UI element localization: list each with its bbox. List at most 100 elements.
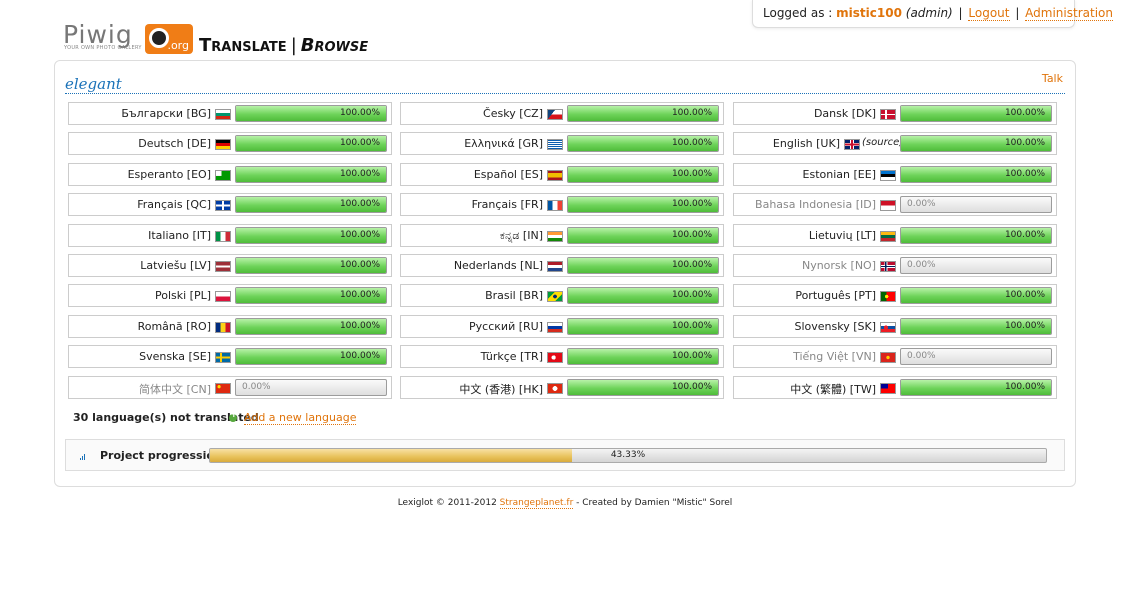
language-label[interactable]: ಕನ್ನಡ [IN] xyxy=(401,229,543,243)
language-progress-bar: 100.00% xyxy=(235,257,387,274)
language-item[interactable]: Русский [RU] 100.00% xyxy=(400,315,724,338)
denmark-flag-icon xyxy=(880,109,896,120)
language-label[interactable]: Esperanto [EO] xyxy=(69,168,211,181)
administration-link[interactable]: Administration xyxy=(1025,6,1113,21)
language-progress-value: 100.00% xyxy=(671,169,712,179)
esperanto-flag-icon xyxy=(215,170,231,181)
language-item[interactable]: Bahasa Indonesia [ID] 0.00% xyxy=(733,193,1057,216)
language-item[interactable]: Português [PT] 100.00% xyxy=(733,284,1057,307)
language-label[interactable]: Română [RO] xyxy=(69,320,211,333)
language-item[interactable]: Français [FR] 100.00% xyxy=(400,193,724,216)
logo-tagline: YOUR OWN PHOTO GALLERY xyxy=(64,45,142,51)
language-progress-bar: 100.00% xyxy=(900,287,1052,304)
language-label[interactable]: Dansk [DK] xyxy=(734,107,876,120)
language-progress-value: 0.00% xyxy=(907,199,936,209)
language-label[interactable]: Ελληνικά [GR] xyxy=(401,137,543,150)
language-label[interactable]: 中文 (繁體) [TW] xyxy=(734,381,876,397)
norway-flag-icon xyxy=(880,261,896,272)
language-label[interactable]: Nederlands [NL] xyxy=(401,259,543,272)
language-label[interactable]: Italiano [IT] xyxy=(69,229,211,242)
language-label[interactable]: 中文 (香港) [HK] xyxy=(401,381,543,397)
language-label[interactable]: Deutsch [DE] xyxy=(69,137,211,150)
language-item[interactable]: Tiếng Việt [VN] 0.00% xyxy=(733,345,1057,368)
language-label[interactable]: Česky [CZ] xyxy=(401,107,543,120)
project-progress-value: 43.33% xyxy=(610,450,646,460)
language-progress-bar: 0.00% xyxy=(235,379,387,396)
language-label[interactable]: Русский [RU] xyxy=(401,320,543,333)
language-item[interactable]: Nederlands [NL] 100.00% xyxy=(400,254,724,277)
language-item[interactable]: 中文 (繁體) [TW] 100.00% xyxy=(733,376,1057,399)
language-item[interactable]: Nynorsk [NO] 0.00% xyxy=(733,254,1057,277)
language-label[interactable]: Estonian [EE] xyxy=(734,168,876,181)
language-item[interactable]: Estonian [EE] 100.00% xyxy=(733,163,1057,186)
language-item[interactable]: Svenska [SE] 100.00% xyxy=(68,345,392,368)
quebec-flag-icon xyxy=(215,200,231,211)
czech-flag-icon xyxy=(547,109,563,120)
language-label[interactable]: Lietuvių [LT] xyxy=(734,229,876,242)
language-item[interactable]: Italiano [IT] 100.00% xyxy=(68,224,392,247)
language-progress-value: 100.00% xyxy=(671,351,712,361)
language-label[interactable]: Brasil [BR] xyxy=(401,289,543,302)
section-title: elegant xyxy=(65,75,122,93)
language-progress-bar: 100.00% xyxy=(567,257,719,274)
language-label[interactable]: Español [ES] xyxy=(401,168,543,181)
language-item[interactable]: Ελληνικά [GR] 100.00% xyxy=(400,132,724,155)
language-item[interactable]: Brasil [BR] 100.00% xyxy=(400,284,724,307)
language-item[interactable]: Română [RO] 100.00% xyxy=(68,315,392,338)
language-label[interactable]: Tiếng Việt [VN] xyxy=(734,350,876,363)
add-language-link[interactable]: Add a new language xyxy=(244,411,357,425)
language-item[interactable]: Latviešu [LV] 100.00% xyxy=(68,254,392,277)
language-progress-bar: 100.00% xyxy=(235,287,387,304)
language-label[interactable]: Bahasa Indonesia [ID] xyxy=(734,198,876,211)
language-label[interactable]: Български [BG] xyxy=(69,107,211,120)
language-progress-bar: 100.00% xyxy=(900,318,1052,335)
language-progress-bar: 100.00% xyxy=(235,196,387,213)
language-label[interactable]: Français [QC] xyxy=(69,198,211,211)
greece-flag-icon xyxy=(547,139,563,150)
taiwan-flag-icon xyxy=(880,383,896,394)
language-grid: Български [BG] 100.00% Česky [CZ] 100.00% Da… xyxy=(68,102,1058,402)
page-title: Translate | Browse xyxy=(199,35,368,56)
language-label[interactable]: English [UK] xyxy=(734,137,840,150)
language-label[interactable]: 简体中文 [CN] xyxy=(69,381,211,397)
language-item[interactable]: English [UK] (source) 100.00% xyxy=(733,132,1057,155)
language-item[interactable]: Français [QC] 100.00% xyxy=(68,193,392,216)
language-item[interactable]: Deutsch [DE] 100.00% xyxy=(68,132,392,155)
germany-flag-icon xyxy=(215,139,231,150)
language-item[interactable]: 简体中文 [CN] 0.00% xyxy=(68,376,392,399)
language-label[interactable]: Slovensky [SK] xyxy=(734,320,876,333)
language-progress-bar: 100.00% xyxy=(567,227,719,244)
language-label[interactable]: Français [FR] xyxy=(401,198,543,211)
title-browse: Browse xyxy=(300,35,369,56)
language-item[interactable]: Lietuvių [LT] 100.00% xyxy=(733,224,1057,247)
language-label[interactable]: Polski [PL] xyxy=(69,289,211,302)
talk-link[interactable]: Talk xyxy=(1042,72,1063,85)
add-icon[interactable] xyxy=(229,410,238,422)
language-item[interactable]: Polski [PL] 100.00% xyxy=(68,284,392,307)
language-label[interactable]: Português [PT] xyxy=(734,289,876,302)
piwigo-logo[interactable]: Piwig YOUR OWN PHOTO GALLERY .org xyxy=(63,20,193,54)
logout-link[interactable]: Logout xyxy=(968,6,1010,21)
language-progress-value: 100.00% xyxy=(1004,290,1045,300)
language-item[interactable]: Български [BG] 100.00% xyxy=(68,102,392,125)
source-label: (source) xyxy=(862,137,904,148)
language-item[interactable]: 中文 (香港) [HK] 100.00% xyxy=(400,376,724,399)
language-label[interactable]: Svenska [SE] xyxy=(69,350,211,363)
language-item[interactable]: Slovensky [SK] 100.00% xyxy=(733,315,1057,338)
project-progress-bar: 43.33% xyxy=(209,448,1047,463)
language-label[interactable]: Türkçe [TR] xyxy=(401,350,543,363)
language-progress-value: 100.00% xyxy=(339,199,380,209)
strangeplanet-link[interactable]: Strangeplanet.fr xyxy=(499,498,574,509)
language-item[interactable]: Türkçe [TR] 100.00% xyxy=(400,345,724,368)
poland-flag-icon xyxy=(215,291,231,302)
language-item[interactable]: Español [ES] 100.00% xyxy=(400,163,724,186)
username[interactable]: mistic100 xyxy=(836,6,902,20)
language-item[interactable]: Česky [CZ] 100.00% xyxy=(400,102,724,125)
language-item[interactable]: ಕನ್ನಡ [IN] 100.00% xyxy=(400,224,724,247)
language-item[interactable]: Dansk [DK] 100.00% xyxy=(733,102,1057,125)
language-item[interactable]: Esperanto [EO] 100.00% xyxy=(68,163,392,186)
language-label[interactable]: Nynorsk [NO] xyxy=(734,259,876,272)
language-label[interactable]: Latviešu [LV] xyxy=(69,259,211,272)
language-progress-value: 0.00% xyxy=(907,260,936,270)
vietnam-flag-icon xyxy=(880,352,896,363)
